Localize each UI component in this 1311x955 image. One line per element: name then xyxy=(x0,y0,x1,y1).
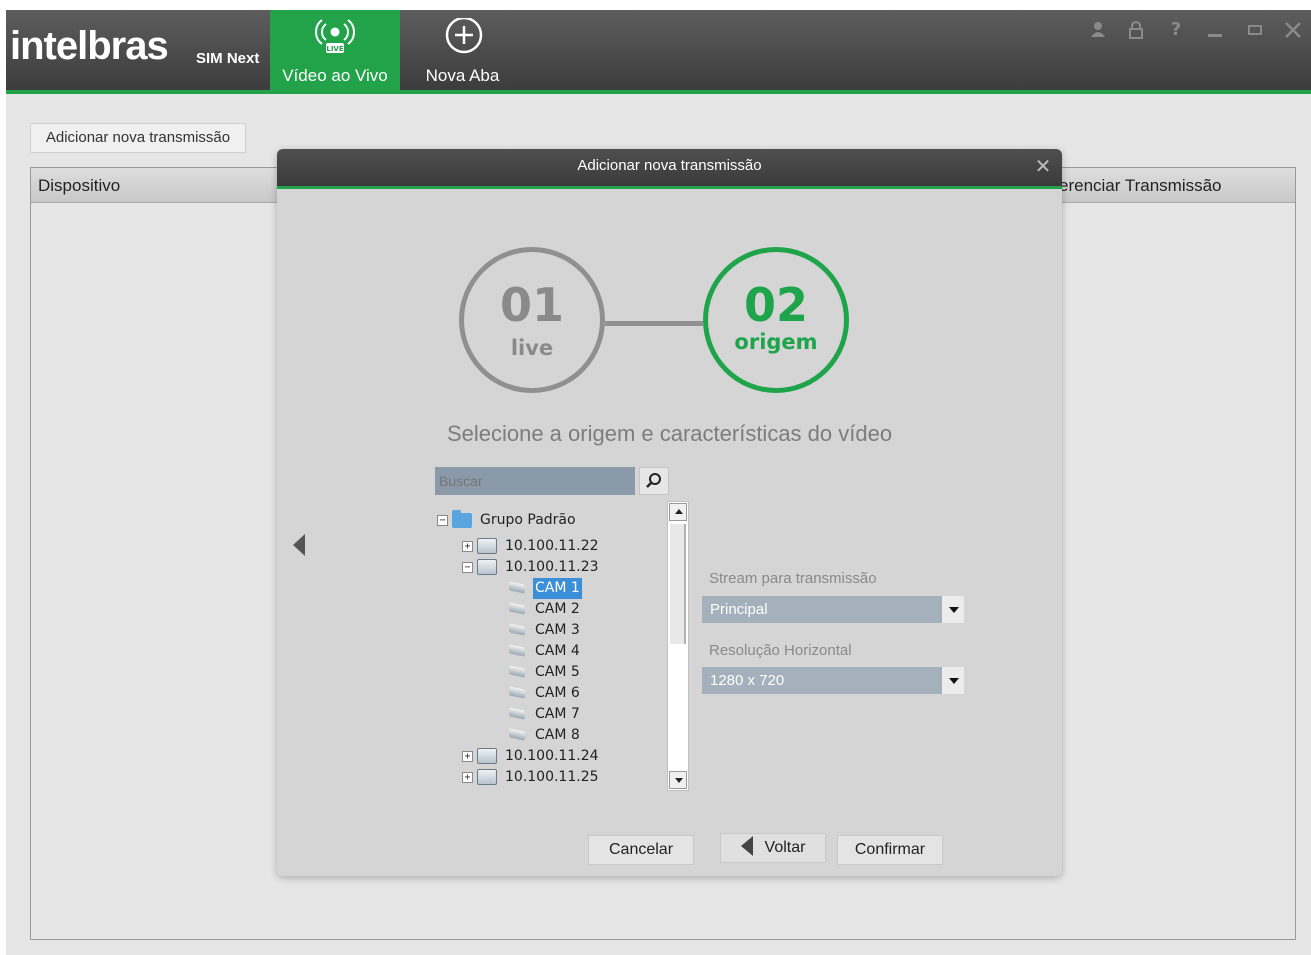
app-window: intelbras SIM Next LIVE Vídeo ao Vivo No… xyxy=(6,10,1311,955)
svg-text:LIVE: LIVE xyxy=(326,45,343,53)
tree-camera-label: CAM 5 xyxy=(535,664,580,680)
chevron-down-icon[interactable] xyxy=(942,667,964,694)
tree-device-label: 10.100.11.24 xyxy=(505,748,599,764)
tree-scrollbar[interactable] xyxy=(667,501,689,791)
dvr-icon xyxy=(477,538,497,554)
tree-device-node[interactable]: − 10.100.11.23 xyxy=(462,557,601,578)
camera-icon xyxy=(507,581,529,595)
tree-camera-node[interactable]: CAM 1 xyxy=(507,578,582,599)
column-header-manage[interactable]: erenciar Transmissão xyxy=(1059,176,1222,196)
tree-camera-node[interactable]: CAM 8 xyxy=(507,725,582,746)
minimize-icon[interactable] xyxy=(1203,18,1227,42)
top-bar-accent-line xyxy=(6,90,1311,94)
tree-camera-label: CAM 2 xyxy=(535,601,580,617)
tree-camera-label: CAM 3 xyxy=(535,622,580,638)
tree-camera-node[interactable]: CAM 2 xyxy=(507,599,582,620)
tab-video-ao-vivo[interactable]: LIVE Vídeo ao Vivo xyxy=(270,10,400,90)
search-button[interactable] xyxy=(639,467,669,495)
resolution-label: Resolução Horizontal xyxy=(709,642,852,659)
camera-icon xyxy=(507,644,529,658)
logo: intelbras xyxy=(10,24,169,68)
camera-icon xyxy=(507,665,529,679)
search-input[interactable] xyxy=(435,467,635,495)
step-1-number: 01 xyxy=(499,278,564,332)
scroll-up-icon[interactable] xyxy=(669,503,687,521)
camera-icon xyxy=(507,707,529,721)
camera-icon xyxy=(507,686,529,700)
tree-device-node[interactable]: +10.100.11.22 xyxy=(462,536,601,557)
tree-camera-node[interactable]: CAM 3 xyxy=(507,620,582,641)
step-1-circle: 01 live xyxy=(459,247,605,393)
live-broadcast-icon: LIVE xyxy=(270,18,400,58)
chevron-down-icon[interactable] xyxy=(942,596,964,623)
cancel-button[interactable]: Cancelar xyxy=(588,835,694,865)
close-icon[interactable] xyxy=(1281,18,1305,42)
camera-icon xyxy=(507,728,529,742)
instructions-text: Selecione a origem e características do … xyxy=(446,421,893,446)
tree-device-node[interactable]: +10.100.11.25 xyxy=(462,767,601,788)
tree-camera-label: CAM 6 xyxy=(535,685,580,701)
column-header-device[interactable]: Dispositivo xyxy=(38,176,120,196)
tree-camera-node[interactable]: CAM 4 xyxy=(507,641,582,662)
tree-camera-node[interactable]: CAM 7 xyxy=(507,704,582,725)
expand-icon[interactable]: + xyxy=(462,540,473,552)
add-transmission-button[interactable]: Adicionar nova transmissão xyxy=(30,123,246,153)
dvr-icon xyxy=(477,769,497,785)
tree-device-node[interactable]: +10.100.11.24 xyxy=(462,746,601,767)
step-2-label: origem xyxy=(734,330,818,354)
previous-arrow-icon[interactable] xyxy=(293,534,305,556)
dialog-close-icon[interactable]: ✕ xyxy=(1032,155,1054,177)
search-icon xyxy=(640,473,668,498)
step-2-number: 02 xyxy=(743,278,808,332)
scroll-down-icon[interactable] xyxy=(669,771,687,789)
tree-camera-label-selected: CAM 1 xyxy=(533,578,582,599)
plus-circle-icon xyxy=(400,16,525,58)
tab-nova-aba-label: Nova Aba xyxy=(425,66,500,85)
maximize-icon[interactable] xyxy=(1243,18,1267,42)
product-name: SIM Next xyxy=(196,50,260,67)
dialog-title: Adicionar nova transmissão xyxy=(577,157,762,174)
resolution-select[interactable]: 1280 x 720 xyxy=(702,667,942,694)
device-tree: − Grupo Padrão +10.100.11.22 − 10.100.11.2… xyxy=(435,504,691,790)
tree-camera-node[interactable]: CAM 6 xyxy=(507,683,582,704)
dvr-icon xyxy=(477,559,497,575)
dialog-accent-line xyxy=(277,186,1062,189)
step-1-label: live xyxy=(510,336,554,360)
tree-device-label: 10.100.11.23 xyxy=(505,559,599,575)
folder-icon xyxy=(452,509,472,528)
dvr-icon xyxy=(477,748,497,764)
tree-camera-label: CAM 4 xyxy=(535,643,580,659)
expand-icon[interactable]: + xyxy=(462,750,473,762)
stream-label: Stream para transmissão xyxy=(709,570,877,587)
tree-group-label: Grupo Padrão xyxy=(480,512,576,528)
dialog-header: Adicionar nova transmissão ✕ xyxy=(277,149,1062,186)
stream-select[interactable]: Principal xyxy=(702,596,942,623)
collapse-icon[interactable]: − xyxy=(437,514,448,526)
back-arrow-icon xyxy=(740,835,753,856)
tree-camera-label: CAM 7 xyxy=(535,706,580,722)
tree-device-label: 10.100.11.22 xyxy=(505,538,599,554)
step-indicator: 01 live 02 origem xyxy=(457,247,857,397)
user-icon[interactable] xyxy=(1086,18,1110,42)
scrollbar-thumb[interactable] xyxy=(670,524,686,644)
tab-video-ao-vivo-label: Vídeo ao Vivo xyxy=(282,66,388,85)
tree-group-node[interactable]: − Grupo Padrão xyxy=(437,509,578,531)
camera-icon xyxy=(507,623,529,637)
back-button[interactable]: Voltar xyxy=(720,833,826,863)
expand-icon[interactable]: + xyxy=(462,771,473,783)
back-button-label: Voltar xyxy=(764,839,806,856)
lock-icon[interactable] xyxy=(1124,18,1148,42)
tree-device-label: 10.100.11.25 xyxy=(505,769,599,785)
confirm-button[interactable]: Confirmar xyxy=(837,835,943,865)
help-icon[interactable]: ? xyxy=(1164,18,1188,42)
step-connector xyxy=(605,321,703,326)
top-bar: intelbras SIM Next LIVE Vídeo ao Vivo No… xyxy=(6,10,1311,90)
tree-camera-node[interactable]: CAM 5 xyxy=(507,662,582,683)
tab-nova-aba[interactable]: Nova Aba xyxy=(400,10,525,90)
camera-icon xyxy=(507,602,529,616)
step-2-circle: 02 origem xyxy=(703,247,849,393)
tree-camera-label: CAM 8 xyxy=(535,727,580,743)
collapse-icon[interactable]: − xyxy=(462,561,473,573)
add-transmission-dialog: Adicionar nova transmissão ✕ 01 live 02 … xyxy=(277,149,1062,876)
